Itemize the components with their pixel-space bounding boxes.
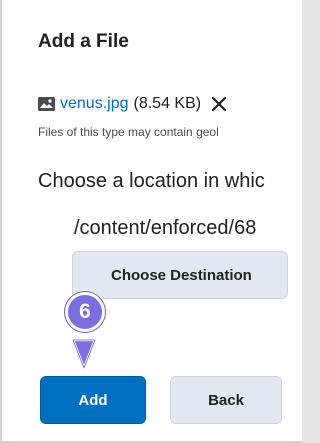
- dialog-title: Add a File: [38, 31, 129, 52]
- file-size: (8.54 KB): [133, 95, 202, 112]
- add-button[interactable]: Add: [40, 376, 146, 424]
- destination-path: /content/enforced/68: [74, 217, 257, 239]
- back-button[interactable]: Back: [170, 376, 282, 424]
- file-type-warning: Files of this type may contain geol: [38, 125, 219, 139]
- step-badge: 6: [65, 292, 105, 332]
- file-row: venus.jpg (8.54 KB): [38, 93, 227, 115]
- step-arrow-icon: [70, 337, 98, 371]
- file-name-link[interactable]: venus.jpg: [60, 95, 129, 113]
- close-icon[interactable]: [211, 96, 227, 112]
- add-file-dialog: Add a File venus.jpg (8.54 KB) Files of …: [0, 0, 302, 443]
- image-file-icon: [38, 97, 55, 111]
- choose-destination-button[interactable]: Choose Destination: [72, 251, 288, 299]
- choose-location-text: Choose a location in whic: [38, 170, 265, 192]
